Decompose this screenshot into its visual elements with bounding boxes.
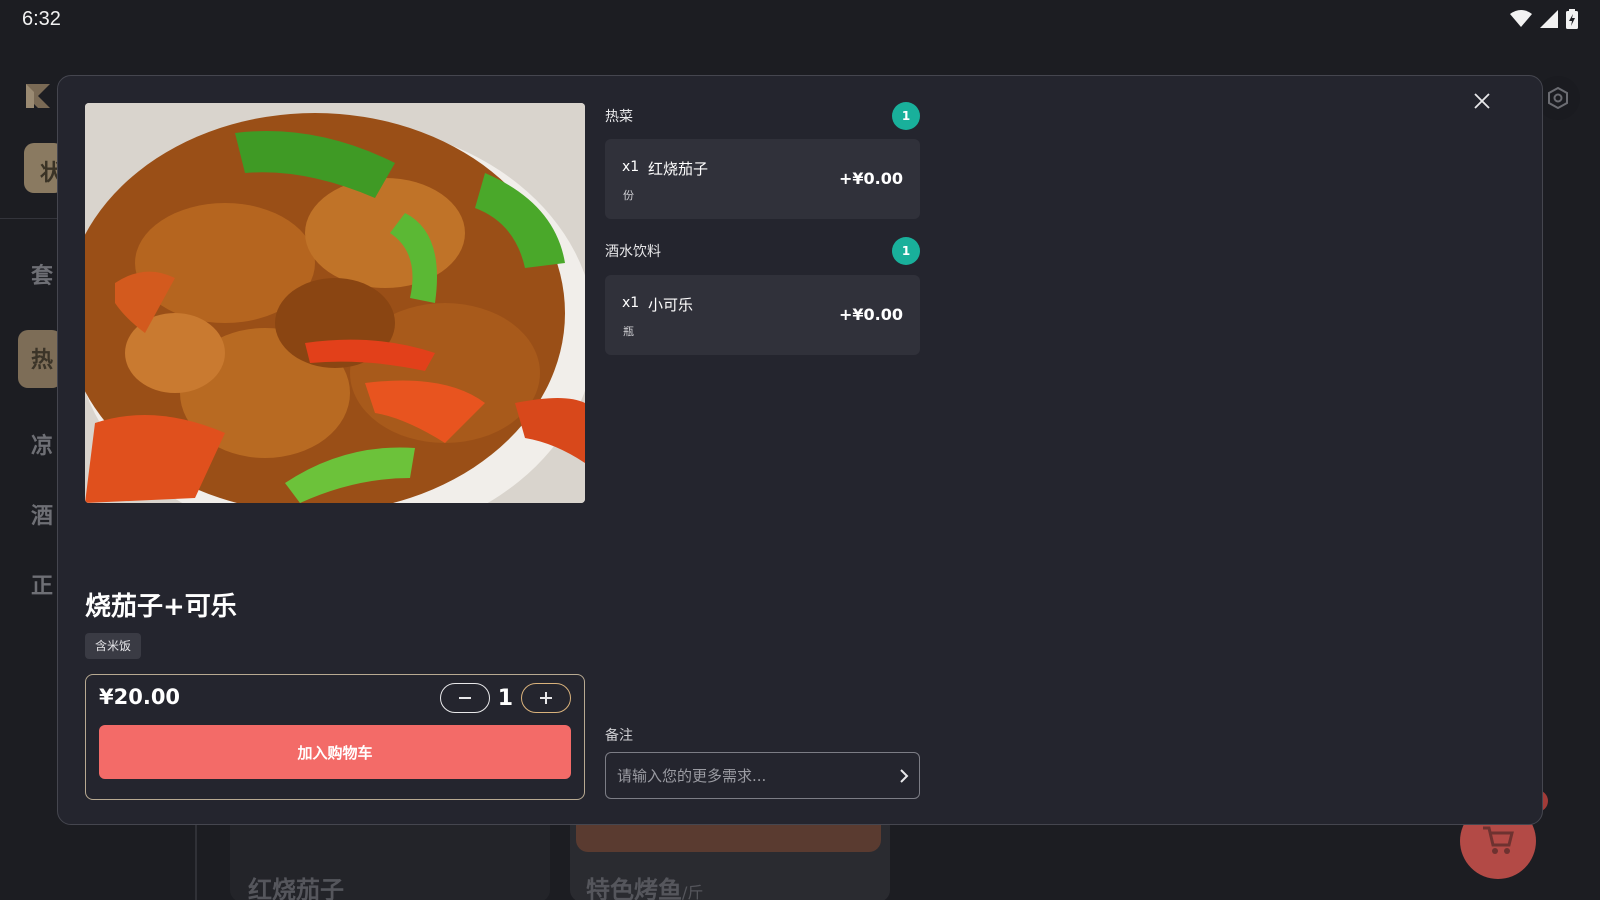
app-logo <box>26 84 50 108</box>
option-group-count-badge: 1 <box>892 102 920 130</box>
dish-image <box>85 103 585 503</box>
option-item-name: 红烧茄子 <box>648 160 709 178</box>
decrease-button[interactable] <box>439 683 490 713</box>
option-item-price: +¥0.00 <box>838 305 903 324</box>
bg-nav-item-3[interactable]: 酒 <box>31 498 53 530</box>
option-item-qty: x1 <box>622 295 640 311</box>
bg-column-divider <box>195 820 197 900</box>
bg-nav-item-2[interactable]: 凉 <box>31 428 53 460</box>
status-time: 6:32 <box>22 7 61 30</box>
remark-placeholder: 请输入您的更多需求... <box>617 767 767 785</box>
bg-nav-item-4[interactable]: 正 <box>31 568 53 600</box>
option-item[interactable]: x1 小可乐 瓶 +¥0.00 <box>605 275 920 355</box>
option-group-count-badge: 1 <box>892 237 920 265</box>
dish-tag: 含米饭 <box>85 633 142 659</box>
close-button[interactable] <box>1469 88 1495 114</box>
dish-title: 烧茄子+可乐 <box>85 592 237 622</box>
purchase-panel: ¥20.00 1 加入购物车 <box>85 674 585 800</box>
quantity-value: 1 <box>497 685 513 711</box>
quantity-stepper: 1 <box>439 683 571 713</box>
close-icon <box>1474 93 1490 109</box>
status-bar: 6:32 <box>0 0 1600 38</box>
option-group-title: 酒水饮料 <box>605 244 661 260</box>
option-group-title: 热菜 <box>605 109 633 125</box>
dish-price: ¥20.00 <box>99 685 181 709</box>
dish-detail-modal: 烧茄子+可乐 含米饭 ¥20.00 1 加入购物车 热菜 1 x1 红烧茄子 份… <box>57 75 1543 825</box>
wifi-icon <box>1510 10 1532 27</box>
minus-icon <box>458 697 471 699</box>
bg-nav-item-1[interactable]: 热 <box>31 342 53 374</box>
add-to-cart-button[interactable]: 加入购物车 <box>99 725 571 779</box>
option-item-qty: x1 <box>622 159 640 175</box>
option-group-header: 酒水饮料 1 <box>605 237 920 265</box>
option-item-unit: 瓶 <box>623 325 634 338</box>
option-item-unit: 份 <box>623 189 634 202</box>
option-item-name: 小可乐 <box>648 296 694 314</box>
bg-divider <box>0 218 60 219</box>
cart-icon <box>1483 826 1514 854</box>
battery-icon <box>1566 9 1578 29</box>
bg-nav-item-0[interactable]: 套 <box>31 258 53 290</box>
remark-input[interactable]: 请输入您的更多需求... <box>605 752 920 799</box>
status-icons <box>1510 9 1578 29</box>
remark-label: 备注 <box>605 728 633 744</box>
bg-dish-title: 红烧茄子 <box>248 876 344 900</box>
bg-dish-title: 特色烤鱼/斤 <box>586 876 704 900</box>
chevron-right-icon <box>900 768 909 783</box>
increase-button[interactable] <box>521 683 571 713</box>
option-item[interactable]: x1 红烧茄子 份 +¥0.00 <box>605 139 920 219</box>
option-item-price: +¥0.00 <box>838 169 903 188</box>
option-group-header: 热菜 1 <box>605 102 920 130</box>
signal-icon <box>1540 10 1558 28</box>
plus-icon <box>540 692 552 704</box>
